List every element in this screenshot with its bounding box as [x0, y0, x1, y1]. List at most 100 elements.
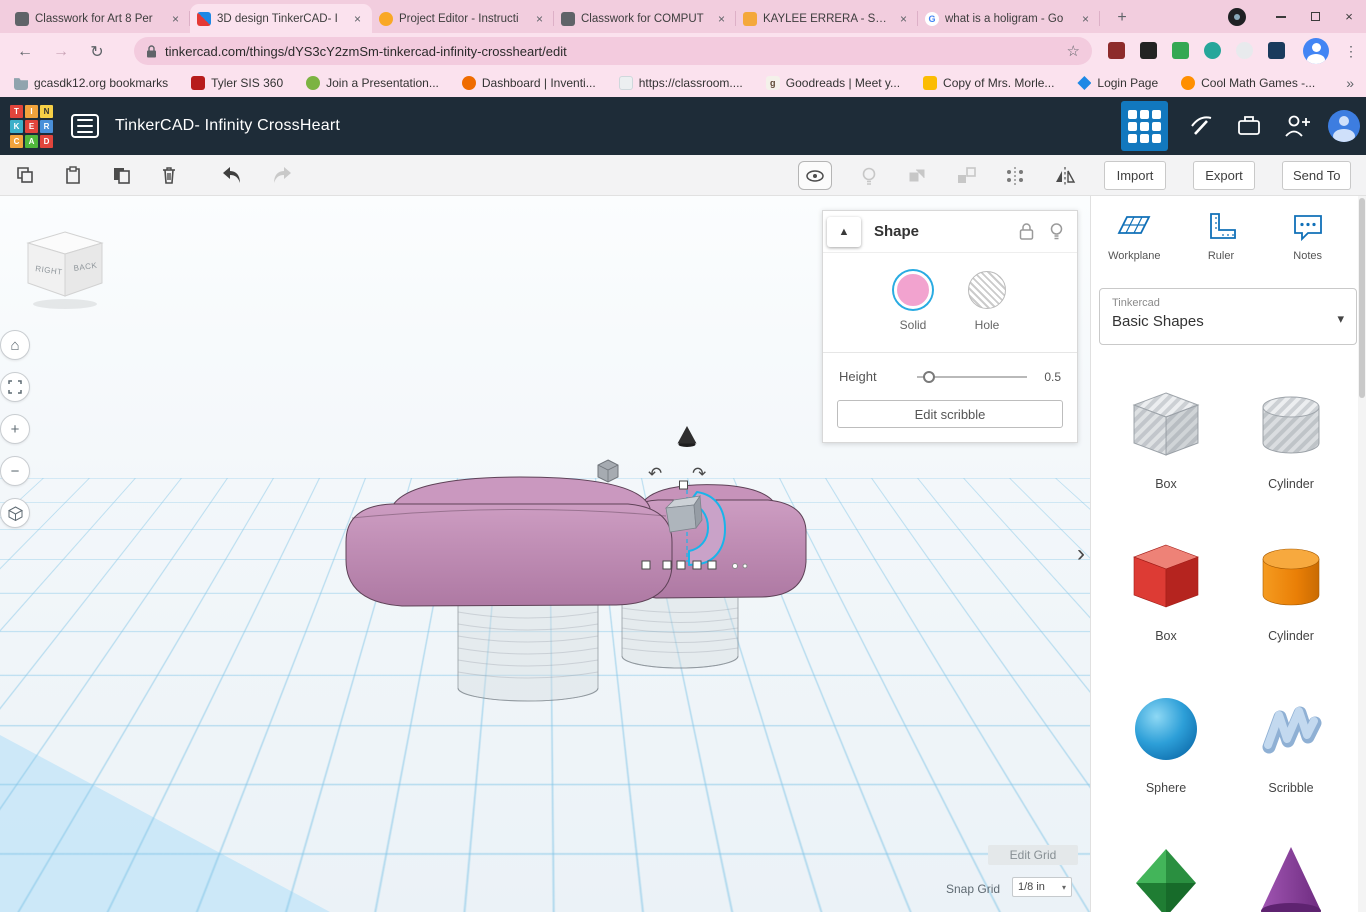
tab-tinkercad[interactable]: 3D design TinkerCAD- I × [190, 4, 372, 33]
browser-menu-icon[interactable]: ⋮ [1341, 39, 1361, 63]
ungroup-icon[interactable] [955, 165, 977, 187]
visibility-bulb-icon[interactable] [1050, 223, 1063, 241]
tab-project-editor[interactable]: Project Editor - Instructi × [372, 4, 554, 33]
bookmark-item[interactable]: Dashboard | Inventi... [462, 76, 596, 90]
shape-tile-hole-cylinder[interactable]: Cylinder [1236, 383, 1346, 491]
account-avatar[interactable] [1328, 110, 1360, 142]
shape-tile-scribble[interactable]: Scribble [1236, 687, 1346, 795]
show-all-button[interactable] [798, 161, 832, 190]
bookmark-item[interactable]: Join a Presentation... [306, 76, 439, 90]
close-button[interactable]: × [1332, 0, 1366, 33]
shape-tile-cone[interactable] [1236, 839, 1346, 912]
bookmark-item[interactable]: gGoodreads | Meet y... [766, 76, 900, 90]
bookmarks-overflow-icon[interactable]: » [1346, 75, 1354, 91]
copy-icon[interactable] [14, 164, 36, 186]
nut-handle-icon[interactable] [598, 460, 618, 482]
bookmark-item[interactable]: Copy of Mrs. Morle... [923, 76, 1054, 90]
minimize-button[interactable] [1264, 0, 1298, 33]
send-to-button[interactable]: Send To [1282, 161, 1351, 190]
new-tab-button[interactable]: + [1110, 6, 1134, 30]
bookmark-item[interactable]: Cool Math Games -... [1181, 76, 1315, 90]
export-button[interactable]: Export [1193, 161, 1255, 190]
lighting-icon[interactable] [859, 165, 879, 187]
extension-icon[interactable] [1204, 42, 1221, 59]
height-slider[interactable] [917, 371, 1027, 383]
zoom-out-button[interactable]: − [0, 456, 30, 486]
bookmark-item[interactable]: https://classroom.... [619, 76, 743, 90]
align-icon[interactable] [1004, 165, 1026, 187]
shape-tile-diamond[interactable] [1111, 839, 1221, 912]
extension-icon[interactable] [1236, 42, 1253, 59]
inspector-collapse-button[interactable]: ▲ [827, 217, 861, 247]
add-person-icon[interactable] [1282, 112, 1312, 140]
tab-close-icon[interactable]: × [532, 11, 547, 26]
fit-view-button[interactable] [0, 372, 30, 402]
paste-icon[interactable] [62, 164, 84, 186]
height-arrow-icon[interactable] [678, 426, 697, 447]
panel-scrollbar[interactable] [1358, 196, 1366, 912]
shape-tile-red-box[interactable]: Box [1111, 535, 1221, 643]
blocks-editor-button[interactable] [1121, 101, 1168, 151]
rotate-right-icon[interactable]: ↷ [692, 464, 706, 483]
bookmark-star-icon[interactable]: ☆ [1067, 42, 1080, 60]
view-cube[interactable]: RIGHT BACK [18, 226, 114, 312]
tab-close-icon[interactable]: × [350, 11, 365, 26]
tab-close-icon[interactable]: × [714, 11, 729, 26]
workplane-tool[interactable]: Workplane [1094, 210, 1174, 262]
tab-classwork-art[interactable]: Classwork for Art 8 Per × [8, 4, 190, 33]
edit-grid-button[interactable]: Edit Grid [988, 845, 1078, 865]
extension-icon[interactable] [1140, 42, 1157, 59]
undo-icon[interactable] [220, 164, 244, 186]
tab-kaylee-stem[interactable]: KAYLEE ERRERA - STEM × [736, 4, 918, 33]
scrollbar-thumb[interactable] [1359, 198, 1365, 398]
rotate-left-icon[interactable]: ↶ [648, 464, 662, 483]
import-button[interactable]: Import [1104, 161, 1166, 190]
delete-icon[interactable] [158, 164, 180, 186]
tab-classwork-computer[interactable]: Classwork for COMPUT × [554, 4, 736, 33]
shape-tile-hole-box[interactable]: Box [1111, 383, 1221, 491]
tab-close-icon[interactable]: × [168, 11, 183, 26]
solid-swatch[interactable] [894, 271, 932, 309]
slider-knob[interactable] [923, 371, 935, 383]
hole-cylinder-left[interactable] [458, 600, 598, 701]
3d-viewport[interactable]: ↶ ↷ RIGHT BACK [0, 196, 1090, 912]
tab-close-icon[interactable]: × [896, 11, 911, 26]
zoom-in-button[interactable]: + [0, 414, 30, 444]
shape-category-dropdown[interactable]: Tinkercad Basic Shapes ▾ [1099, 288, 1357, 345]
bookmark-item[interactable]: Login Page [1077, 76, 1158, 90]
solid-option[interactable]: Solid [894, 271, 932, 332]
duplicate-icon[interactable] [110, 164, 132, 186]
back-icon[interactable]: ← [12, 39, 38, 65]
minecraft-pickaxe-icon[interactable] [1188, 112, 1214, 138]
panel-collapse-handle[interactable]: › [1072, 534, 1090, 574]
forward-icon[interactable]: → [48, 39, 74, 65]
design-menu-icon[interactable] [71, 114, 99, 138]
edit-scribble-button[interactable]: Edit scribble [837, 400, 1063, 428]
shape-tile-orange-cylinder[interactable]: Cylinder [1236, 535, 1346, 643]
extension-icon[interactable] [1172, 42, 1189, 59]
home-view-button[interactable]: ⌂ [0, 330, 30, 360]
tinkercad-logo[interactable]: TIN KER CAD [10, 105, 53, 148]
extension-icon[interactable] [1108, 42, 1125, 59]
perspective-toggle-button[interactable] [0, 498, 30, 528]
group-icon[interactable] [906, 165, 928, 187]
snap-grid-select[interactable]: 1/8 in ▾ [1012, 877, 1072, 897]
hole-option[interactable]: Hole [968, 271, 1006, 332]
shape-tile-sphere[interactable]: Sphere [1111, 687, 1221, 795]
briefcase-icon[interactable] [1236, 112, 1262, 138]
profile-avatar[interactable] [1303, 38, 1329, 64]
hole-swatch[interactable] [968, 271, 1006, 309]
refresh-icon[interactable]: ↻ [84, 39, 110, 65]
bookmark-item[interactable]: gcasdk12.org bookmarks [14, 76, 168, 90]
hole-cylinder-right[interactable] [622, 598, 738, 668]
ruler-tool[interactable]: Ruler [1181, 210, 1261, 262]
url-field[interactable]: tinkercad.com/things/dYS3cY2zmSm-tinkerc… [134, 37, 1092, 65]
maximize-button[interactable] [1298, 0, 1332, 33]
notes-tool[interactable]: Notes [1268, 210, 1348, 262]
flip-icon[interactable] [1053, 165, 1077, 187]
bookmark-item[interactable]: Tyler SIS 360 [191, 76, 283, 90]
tab-google-search[interactable]: G what is a holigram - Go × [918, 4, 1100, 33]
heart-slab-left[interactable] [346, 504, 672, 606]
lock-icon[interactable] [1019, 223, 1034, 240]
extension-icon[interactable] [1268, 42, 1285, 59]
